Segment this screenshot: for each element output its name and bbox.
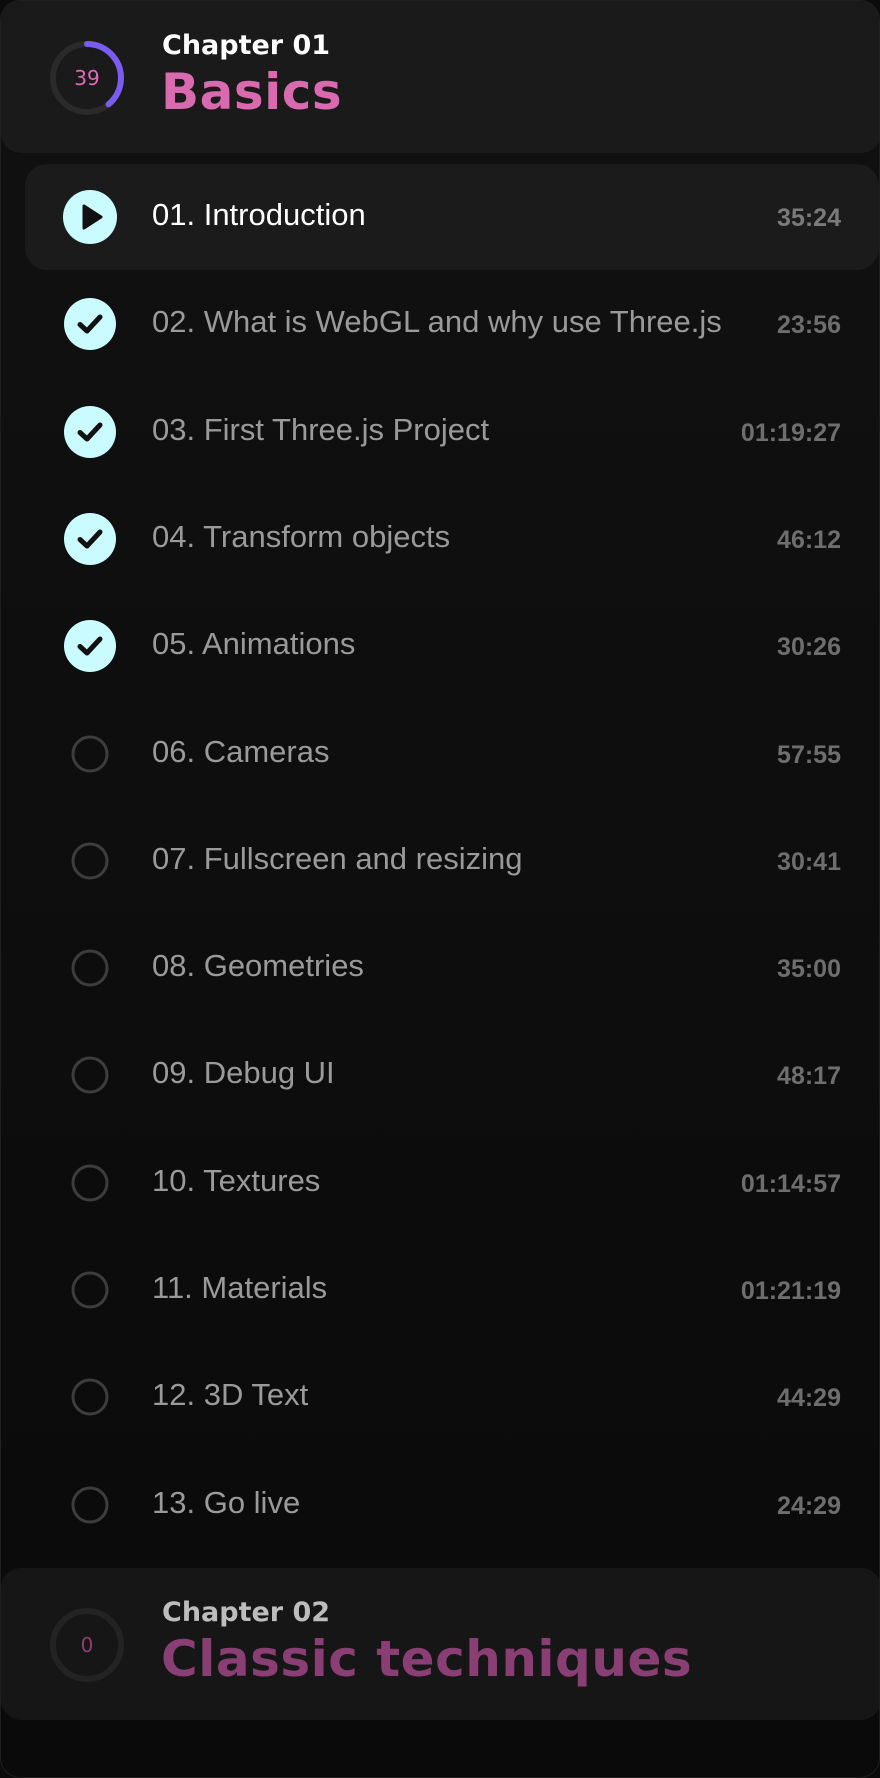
- lesson-duration: 23:56: [777, 311, 841, 339]
- lesson-row[interactable]: 11. Materials 01:21:19: [25, 1237, 879, 1343]
- lesson-row[interactable]: 09. Debug UI 48:17: [25, 1022, 879, 1128]
- empty-circle-icon: [63, 834, 117, 888]
- lesson-title: 07. Fullscreen and resizing: [152, 841, 523, 876]
- lesson-duration: 35:00: [777, 955, 841, 983]
- lesson-row[interactable]: 08. Geometries 35:00: [25, 915, 879, 1021]
- chapter-progress-ring: 39: [48, 39, 126, 117]
- lesson-duration: 01:21:19: [740, 1277, 841, 1305]
- lesson-duration: 57:55: [777, 741, 841, 769]
- empty-circle-icon: [63, 1370, 117, 1424]
- lesson-title: 10. Textures: [152, 1163, 321, 1198]
- check-icon: [63, 512, 117, 566]
- lesson-duration: 44:29: [777, 1384, 841, 1412]
- check-icon: [63, 405, 117, 459]
- lesson-row[interactable]: 04. Transform objects 46:12: [25, 486, 879, 592]
- chapter-label: Chapter 02: [162, 1597, 331, 1628]
- chapter-title: Classic techniques: [161, 1630, 693, 1688]
- lesson-row[interactable]: 06. Cameras 57:55: [25, 701, 879, 807]
- lesson-title: 13. Go live: [152, 1485, 301, 1520]
- lesson-row[interactable]: 03. First Three.js Project 01:19:27: [25, 379, 879, 485]
- lesson-duration: 30:41: [777, 848, 841, 876]
- lesson-title: 05. Animations: [152, 626, 356, 661]
- lesson-duration: 24:29: [777, 1492, 841, 1520]
- lesson-title: 02. What is WebGL and why use Three.js: [152, 304, 722, 339]
- chapter-progress-ring: 0: [48, 1606, 126, 1684]
- chapter-progress-value: 0: [80, 1633, 94, 1657]
- chapter-progress-value: 39: [74, 66, 100, 90]
- empty-circle-icon: [63, 727, 117, 781]
- lesson-title: 03. First Three.js Project: [152, 412, 490, 447]
- lesson-row[interactable]: 14. Lights40:00: [25, 1746, 879, 1777]
- empty-circle-icon: [63, 1478, 117, 1532]
- lesson-title: 09. Debug UI: [152, 1055, 335, 1090]
- lesson-row[interactable]: 05. Animations 30:26: [25, 593, 879, 699]
- lesson-row[interactable]: 13. Go live 24:29: [25, 1452, 879, 1558]
- chapter-header-01[interactable]: 39 Chapter 01 Basics: [1, 1, 879, 153]
- empty-circle-icon: [63, 1263, 117, 1317]
- lesson-duration: 01:19:27: [740, 419, 841, 447]
- chapter-title: Basics: [161, 63, 343, 121]
- lesson-row[interactable]: 02. What is WebGL and why use Three.js 23…: [25, 271, 879, 377]
- lesson-duration: 30:26: [777, 633, 841, 661]
- chapter-label: Chapter 01: [162, 30, 331, 61]
- empty-circle-icon: [63, 1772, 117, 1777]
- lesson-row[interactable]: 10. Textures 01:14:57: [25, 1130, 879, 1236]
- empty-circle-icon: [63, 1048, 117, 1102]
- lesson-title: 06. Cameras: [152, 734, 330, 769]
- lesson-duration: 35:24: [777, 204, 841, 232]
- lesson-duration: 01:14:57: [740, 1170, 841, 1198]
- empty-circle-icon: [63, 1156, 117, 1210]
- play-icon: [63, 190, 117, 244]
- lesson-title: 01. Introduction: [152, 197, 366, 232]
- chapter-header-02[interactable]: 0 Chapter 02 Classic techniques: [1, 1568, 879, 1720]
- empty-circle-icon: [63, 941, 117, 995]
- lesson-duration: 46:12: [777, 526, 841, 554]
- lesson-row[interactable]: 07. Fullscreen and resizing 30:41: [25, 808, 879, 914]
- check-icon: [63, 619, 117, 673]
- lesson-row[interactable]: 12. 3D Text 44:29: [25, 1344, 879, 1450]
- lesson-title: 12. 3D Text: [152, 1377, 309, 1412]
- lesson-row[interactable]: 01. Introduction 35:24: [25, 164, 879, 270]
- lesson-title: 08. Geometries: [152, 948, 364, 983]
- lesson-duration: 48:17: [777, 1062, 841, 1090]
- check-icon: [63, 297, 117, 351]
- lesson-title: 04. Transform objects: [152, 519, 451, 554]
- lesson-title: 11. Materials: [152, 1270, 328, 1305]
- course-chapter-panel: 39 Chapter 01 Basics 01. Introduction 35:…: [0, 0, 880, 1778]
